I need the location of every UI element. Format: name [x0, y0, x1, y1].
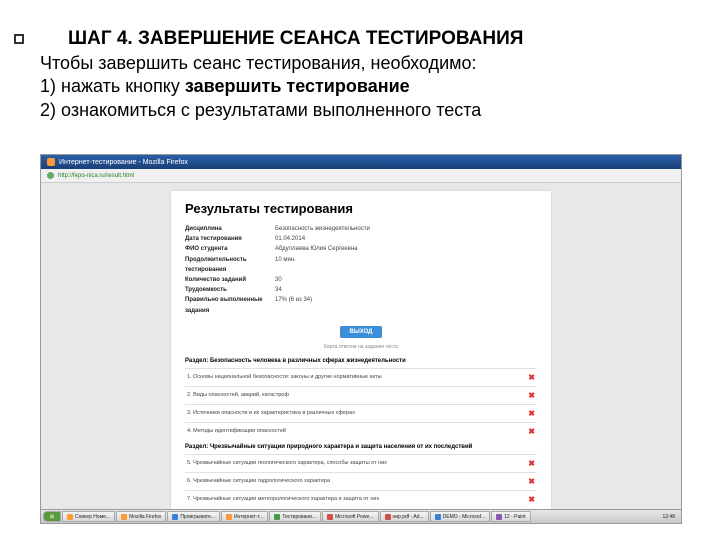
slide-bullet [14, 34, 24, 44]
info-label: Дисциплина [185, 224, 275, 234]
taskbar-item-label: Спикер Номе... [75, 514, 110, 520]
table-row: ДисциплинаБезопасность жизнедеятельности [185, 224, 537, 234]
table-row: ФИО студентаАбдуллаева Юлия Сергеевна [185, 244, 537, 254]
taskbar-item[interactable]: 12 - Paint [491, 511, 530, 522]
address-bar[interactable]: http://fepo-nica.ru/result.html [41, 169, 681, 183]
wrong-icon: ✖ [528, 459, 535, 468]
app-icon [327, 514, 333, 520]
taskbar-item[interactable]: Mozilla Firefox [116, 511, 166, 522]
taskbar-item[interactable]: Тестировани... [269, 511, 321, 522]
exit-button[interactable]: ВЫХОД [340, 326, 383, 338]
taskbar-item-label: нир.pdf - Ad... [393, 514, 424, 520]
info-value: Безопасность жизнедеятельности [275, 224, 370, 234]
wrong-icon: ✖ [528, 495, 535, 504]
slide-line1: Чтобы завершить сеанс тестирования, необ… [40, 52, 481, 75]
info-value: Абдуллаева Юлия Сергеевна [275, 244, 357, 254]
info-label: Продолжительность тестирования [185, 255, 275, 275]
wrong-icon: ✖ [528, 477, 535, 486]
question-text: 7. Чрезвычайные ситуации метеорологическ… [187, 496, 379, 502]
wrong-icon: ✖ [528, 373, 535, 382]
slide-line3: 2) ознакомиться с результатами выполненн… [40, 99, 481, 122]
taskbar: ⊞ Спикер Номе... Mozilla Firefox Проигры… [41, 509, 681, 523]
answer-map-caption: Карта ответов на задания теста [185, 344, 537, 350]
question-row: 7. Чрезвычайные ситуации метеорологическ… [185, 490, 537, 508]
section-heading: Раздел: Безопасность человека в различны… [185, 358, 537, 364]
question-text: 2. Виды опасностей, аварий, катастроф [187, 392, 289, 398]
taskbar-clock: 12:48 [662, 514, 679, 520]
info-value: 30 [275, 275, 282, 285]
start-button[interactable]: ⊞ [43, 511, 61, 522]
question-row: 3. Источники опасности и их характеристи… [185, 404, 537, 422]
taskbar-item[interactable]: DEMO - Microsof... [430, 511, 491, 522]
app-icon [385, 514, 391, 520]
info-value: 34 [275, 285, 282, 295]
app-icon [121, 514, 127, 520]
window-titlebar: Интернет-тестирование - Mozilla Firefox [41, 155, 681, 169]
question-row: 5. Чрезвычайные ситуации геологического … [185, 454, 537, 472]
slide-body: Чтобы завершить сеанс тестирования, необ… [40, 52, 481, 122]
results-info-table: ДисциплинаБезопасность жизнедеятельности… [185, 224, 537, 316]
slide-line2b: завершить тестирование [185, 76, 410, 96]
taskbar-item[interactable]: Microsoft Powe... [322, 511, 378, 522]
slide-line2: 1) нажать кнопку завершить тестирование [40, 75, 481, 98]
app-icon [226, 514, 232, 520]
info-value: 17% (6 из 34) [275, 295, 312, 315]
table-row: Количество заданий30 [185, 275, 537, 285]
info-label: Правильно выполненные задания [185, 295, 275, 315]
app-icon [435, 514, 441, 520]
slide-title: ШАГ 4. ЗАВЕРШЕНИЕ СЕАНСА ТЕСТИРОВАНИЯ [68, 28, 523, 50]
browser-window: Интернет-тестирование - Mozilla Firefox … [40, 154, 682, 524]
taskbar-item-label: Тестировани... [282, 514, 316, 520]
table-row: Правильно выполненные задания17% (6 из 3… [185, 295, 537, 315]
taskbar-item-label: Mozilla Firefox [129, 514, 161, 520]
table-row: Трудоемкость34 [185, 285, 537, 295]
site-identity-icon [47, 172, 54, 179]
taskbar-item-label: DEMO - Microsof... [443, 514, 486, 520]
question-row: 2. Виды опасностей, аварий, катастроф ✖ [185, 386, 537, 404]
question-row: 4. Методы идентификации опасностей ✖ [185, 422, 537, 440]
info-value: 01.04.2014 [275, 234, 305, 244]
info-label: ФИО студента [185, 244, 275, 254]
results-card: Результаты тестирования ДисциплинаБезопа… [171, 191, 551, 509]
wrong-icon: ✖ [528, 427, 535, 436]
slide-line2a: 1) нажать кнопку [40, 76, 185, 96]
taskbar-item-label: Проигрывате... [180, 514, 215, 520]
info-label: Дата тестирования [185, 234, 275, 244]
table-row: Продолжительность тестирования10 мин. [185, 255, 537, 275]
question-text: 4. Методы идентификации опасностей [187, 428, 286, 434]
app-icon [67, 514, 73, 520]
results-heading: Результаты тестирования [185, 201, 537, 216]
wrong-icon: ✖ [528, 409, 535, 418]
windows-icon: ⊞ [50, 514, 54, 520]
info-label: Количество заданий [185, 275, 275, 285]
firefox-icon [47, 158, 55, 166]
taskbar-item[interactable]: Интернет-т... [221, 511, 268, 522]
question-text: 5. Чрезвычайные ситуации геологического … [187, 460, 387, 466]
question-row: 1. Основы национальной безопасности: зак… [185, 368, 537, 386]
url-text: http://fepo-nica.ru/result.html [58, 173, 134, 179]
question-text: 3. Источники опасности и их характеристи… [187, 410, 355, 416]
table-row: Дата тестирования01.04.2014 [185, 234, 537, 244]
taskbar-item-label: Интернет-т... [234, 514, 263, 520]
question-text: 6. Чрезвычайные ситуации гидрологическог… [187, 478, 330, 484]
question-text: 1. Основы национальной безопасности: зак… [187, 374, 382, 380]
window-title: Интернет-тестирование - Mozilla Firefox [59, 159, 188, 166]
section-heading: Раздел: Чрезвычайные ситуации природного… [185, 444, 537, 450]
taskbar-item[interactable]: нир.pdf - Ad... [380, 511, 429, 522]
app-icon [172, 514, 178, 520]
question-row: 6. Чрезвычайные ситуации гидрологическог… [185, 472, 537, 490]
info-label: Трудоемкость [185, 285, 275, 295]
taskbar-item[interactable]: Проигрывате... [167, 511, 220, 522]
taskbar-item-label: 12 - Paint [504, 514, 525, 520]
info-value: 10 мин. [275, 255, 296, 275]
app-icon [496, 514, 502, 520]
page-content: Результаты тестирования ДисциплинаБезопа… [41, 183, 681, 509]
app-icon [274, 514, 280, 520]
wrong-icon: ✖ [528, 391, 535, 400]
taskbar-item[interactable]: Спикер Номе... [62, 511, 115, 522]
taskbar-item-label: Microsoft Powe... [335, 514, 373, 520]
